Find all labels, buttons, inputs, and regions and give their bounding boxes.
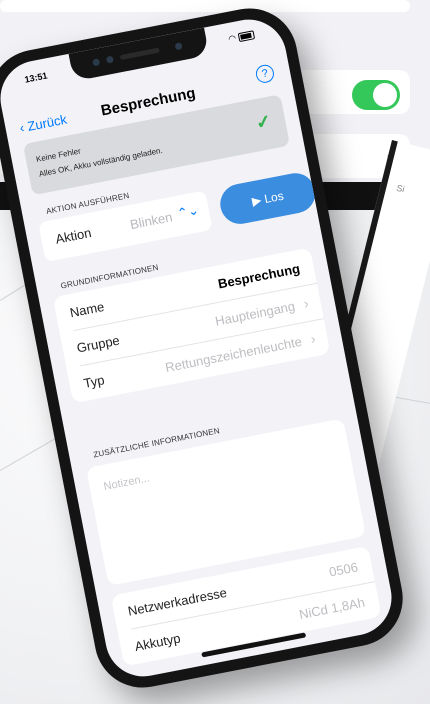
run-button-label: Los [263,188,285,207]
chevron-right-icon: › [302,294,310,312]
clock: 13:51 [23,70,49,85]
background-row [0,0,410,12]
background-toggle-switch [352,80,400,110]
status-title: Keine Fehler [35,146,82,164]
speaker-grille [119,47,160,61]
row-value: Haupteingang [213,298,297,329]
play-icon: ▶ [250,192,263,209]
row-key: Akkutyp [133,630,182,655]
basic-info-card: Name Besprechung Gruppe Haupteingang › T… [52,247,331,404]
row-key: Gruppe [75,332,121,356]
checkmark-icon: ✓ [254,110,273,134]
wifi-icon: ◠ [227,32,237,45]
background-laptop-text: Si [395,182,406,195]
action-value: Blinken [128,209,174,233]
battery-icon [237,30,256,43]
action-picker[interactable]: Aktion Blinken ⌃⌄ [38,190,213,263]
chevron-right-icon: › [309,330,317,347]
row-value: NiCd 1,8Ah [297,594,366,623]
run-action-button[interactable]: ▶ Los [216,169,319,228]
camera-icon [174,42,183,51]
camera-icon [92,58,101,67]
row-value: 0506 [327,559,360,580]
action-label: Aktion [54,225,93,247]
notes-placeholder: Notizen... [102,472,151,494]
status-icons: ◠ [227,29,256,45]
row-value: Besprechung [216,260,302,292]
row-key: Typ [82,372,106,391]
chevron-up-down-icon: ⌃⌄ [175,202,201,221]
row-key: Name [68,298,106,321]
sensor-icon [105,55,114,64]
